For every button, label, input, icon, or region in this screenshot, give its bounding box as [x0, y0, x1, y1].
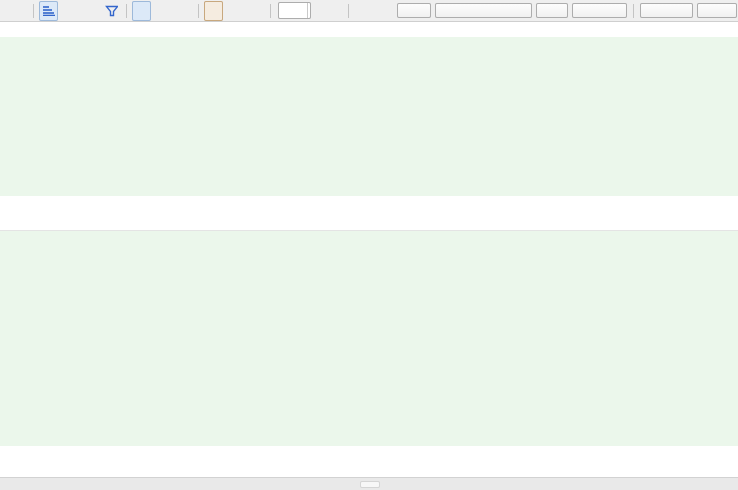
- top-time-axis: [0, 196, 738, 231]
- funnel-icon: [105, 5, 118, 17]
- angle-value: [279, 3, 307, 18]
- bottom-waveform-panel[interactable]: [0, 231, 738, 446]
- component-2-button[interactable]: [225, 1, 244, 21]
- toolbar: [0, 0, 738, 22]
- amplitude-scale-button[interactable]: [39, 1, 58, 21]
- info-bar: [0, 22, 738, 37]
- velocity-model-combo[interactable]: [697, 3, 737, 18]
- toolbar-separator: [198, 4, 199, 18]
- truncated-icon[interactable]: [0, 2, 13, 20]
- onset-picker-combo[interactable]: [397, 3, 431, 18]
- component-1-button[interactable]: [204, 1, 223, 21]
- status-footer: [0, 477, 738, 490]
- components-combo[interactable]: [536, 3, 568, 18]
- rotate-icon[interactable]: [15, 2, 28, 20]
- pick-s-button[interactable]: [375, 1, 394, 21]
- filter-button[interactable]: [102, 1, 121, 21]
- locator-combo[interactable]: [640, 3, 693, 18]
- bottom-time-axis: [0, 446, 738, 478]
- amplitude-period-button[interactable]: [81, 1, 100, 21]
- toolbar-separator: [633, 4, 634, 18]
- array-beam-button[interactable]: [60, 1, 79, 21]
- seismic-analysis-window: [0, 0, 738, 490]
- top-waveform-panel[interactable]: [0, 37, 738, 196]
- filter-combo[interactable]: [435, 3, 532, 18]
- align-origin-button[interactable]: [132, 1, 151, 21]
- align-p-button[interactable]: [153, 1, 172, 21]
- angle-spinner[interactable]: [278, 2, 311, 19]
- hide-predicted-button[interactable]: [330, 2, 343, 20]
- align-s-button[interactable]: [174, 1, 193, 21]
- toolbar-separator: [126, 4, 127, 18]
- toolbar-separator: [33, 4, 34, 18]
- toolbar-separator: [270, 4, 271, 18]
- response-combo[interactable]: [572, 3, 627, 18]
- pick-p-button[interactable]: [354, 1, 373, 21]
- toolbar-separator: [348, 4, 349, 18]
- levels-icon: [42, 5, 55, 16]
- component-3-button[interactable]: [246, 1, 265, 21]
- resize-grip[interactable]: [360, 481, 380, 488]
- add-button[interactable]: [315, 2, 328, 20]
